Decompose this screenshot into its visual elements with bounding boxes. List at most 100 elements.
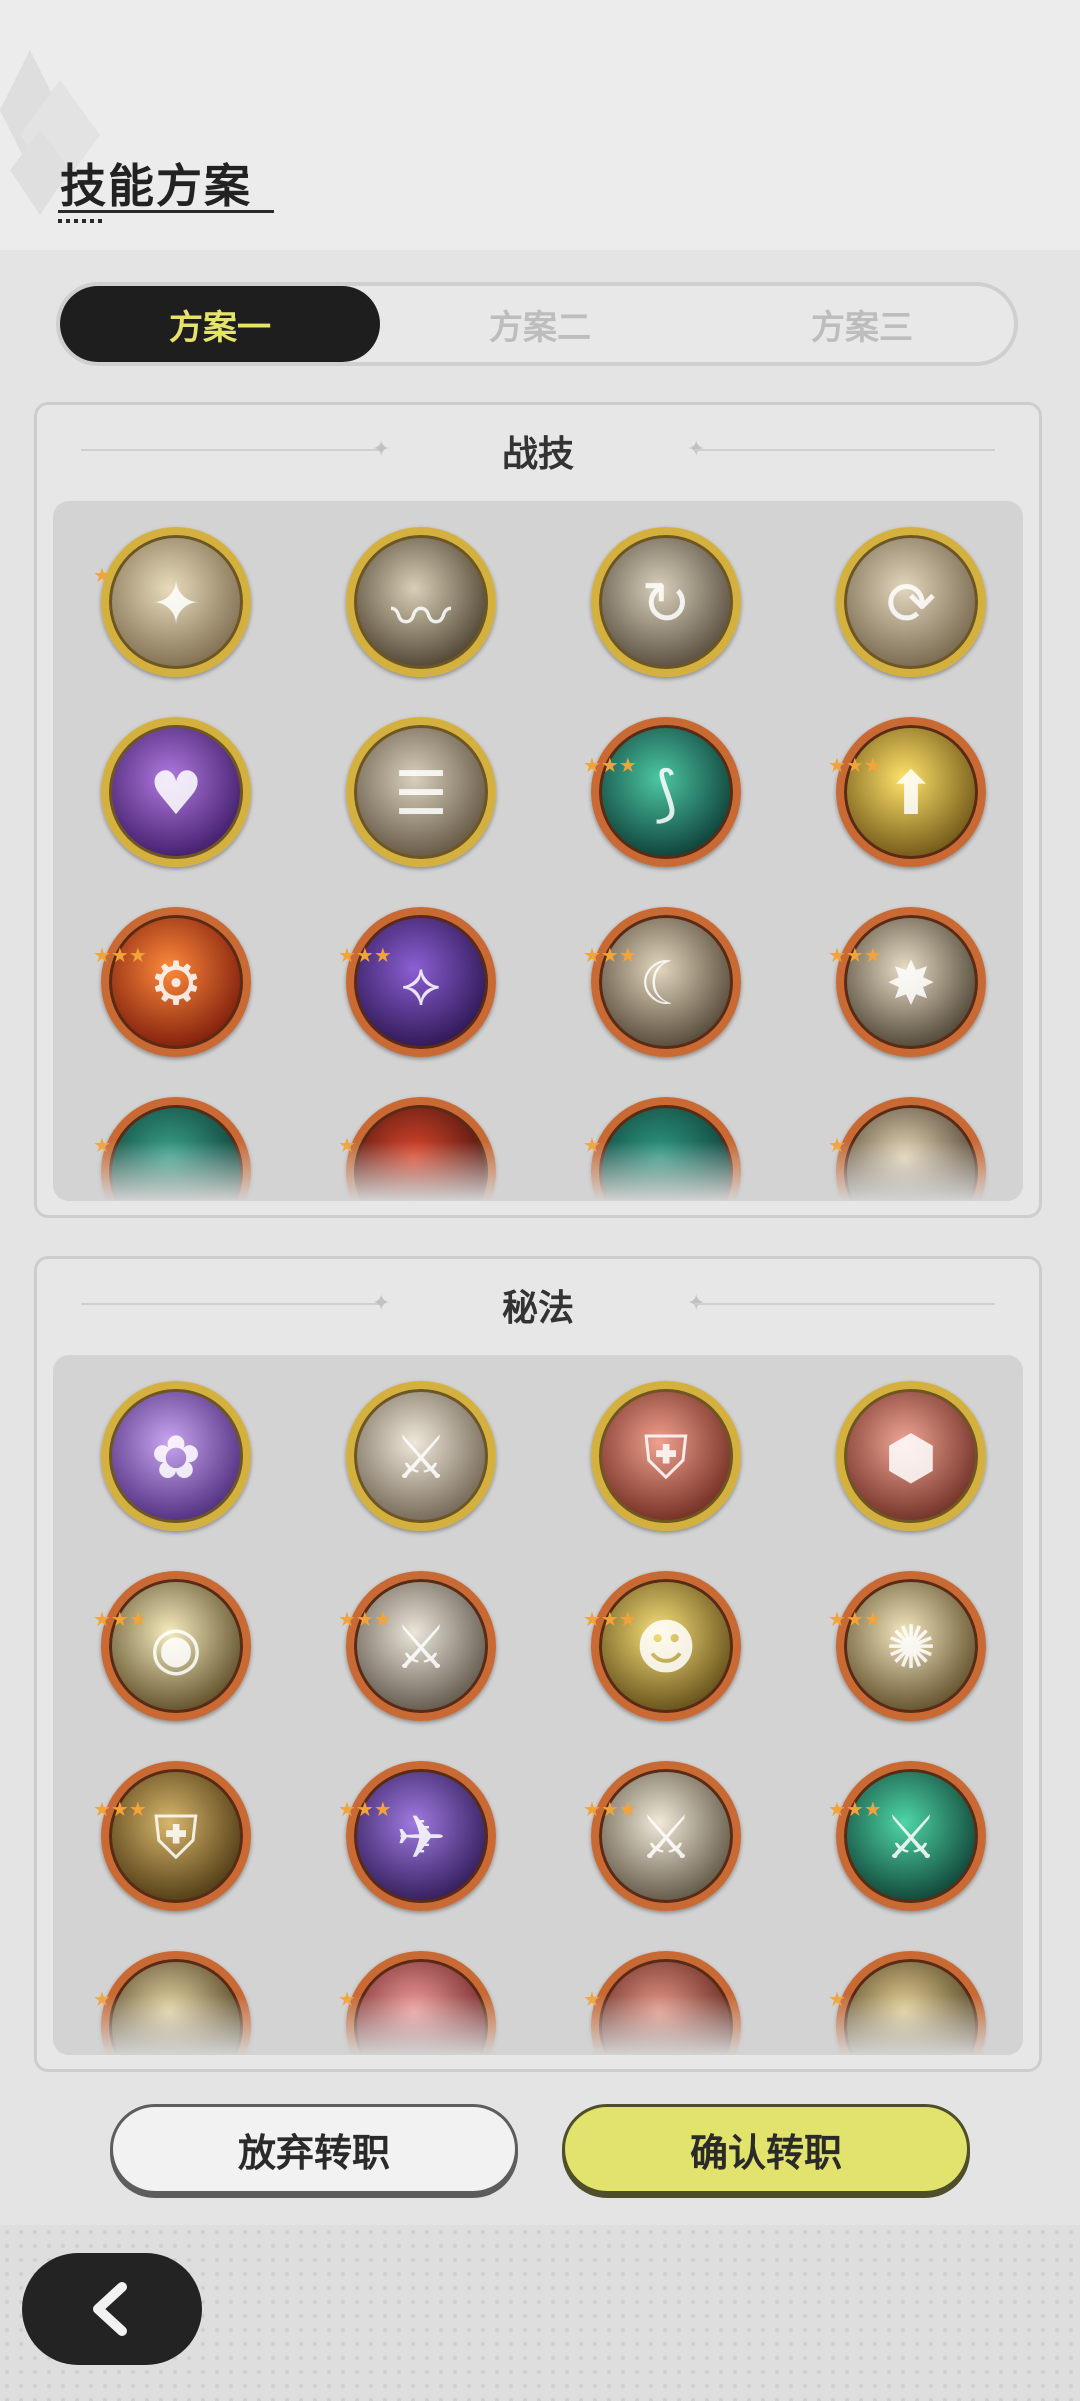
combat-skill-slot[interactable]: ⬆★★★ <box>828 717 986 867</box>
secret-art-icon[interactable]: ⚔ <box>346 1381 496 1531</box>
abandon-job-change-button[interactable]: 放弃转职 <box>110 2104 518 2194</box>
star-rank-icon: ★★★ <box>828 945 882 965</box>
combat-skill-slot[interactable]: ⟡★★★ <box>338 907 496 1057</box>
secret-art-slot[interactable]: ⛨ <box>591 1381 741 1531</box>
secret-art-icon[interactable]: ⛨ <box>101 1761 251 1911</box>
skill-glyph-icon: ⚔ <box>394 1423 448 1493</box>
secret-art-slot[interactable]: ★ <box>93 1951 251 2055</box>
combat-skill-slot[interactable]: ☾★★★ <box>583 907 741 1057</box>
combat-skill-slot[interactable]: ★ <box>828 1097 986 1201</box>
secret-art-icon[interactable]: ⚔ <box>591 1761 741 1911</box>
combat-skill-slot[interactable]: ↻ <box>591 527 741 677</box>
star-rank-icon: ★★★ <box>828 1799 882 1819</box>
combat-skill-icon[interactable]: ☰ <box>346 717 496 867</box>
combat-skill-slot[interactable]: ✸★★★ <box>828 907 986 1057</box>
divider-line <box>695 1303 995 1305</box>
star-rank-icon: ★★★ <box>583 1609 637 1629</box>
star-rank-icon: ★ <box>583 1133 601 1157</box>
title-underline <box>58 210 274 213</box>
tab-scheme-2[interactable]: 方案二 <box>380 286 700 362</box>
combat-skill-slot[interactable]: ★ <box>93 1097 251 1201</box>
secret-art-slot[interactable]: ★ <box>828 1951 986 2055</box>
combat-skill-icon[interactable]: ✦ <box>101 527 251 677</box>
secret-art-icon[interactable] <box>346 1951 496 2055</box>
secret-art-slot[interactable]: ⬢ <box>836 1381 986 1531</box>
skill-glyph-icon: ↻ <box>640 569 692 639</box>
secret-art-icon[interactable]: ⚔ <box>836 1761 986 1911</box>
skill-glyph-icon: ⬢ <box>884 1423 938 1493</box>
star-rank-icon: ★★★ <box>583 1799 637 1819</box>
secret-art-slot[interactable]: ✿ <box>101 1381 251 1531</box>
skill-glyph-icon: 〰 <box>391 583 451 653</box>
combat-skill-icon[interactable]: ⚙ <box>101 907 251 1057</box>
combat-skill-icon[interactable] <box>101 1097 251 1201</box>
combat-skill-icon[interactable]: ⟡ <box>346 907 496 1057</box>
combat-skill-icon[interactable] <box>346 1097 496 1201</box>
combat-skill-slot[interactable]: ⟳ <box>836 527 986 677</box>
star-rank-icon: ★ <box>338 1987 356 2011</box>
combat-skills-grid[interactable]: ✦★〰↻⟳♥☰⟆★★★⬆★★★⚙★★★⟡★★★☾★★★✸★★★★★★★ <box>53 501 1023 1201</box>
secret-art-slot[interactable]: ⚔★★★ <box>828 1761 986 1911</box>
tab-scheme-3[interactable]: 方案三 <box>702 286 1022 362</box>
combat-skill-slot[interactable]: ✦ ★ <box>93 527 251 677</box>
skill-glyph-icon: ✦ <box>150 569 202 639</box>
star-rank-icon: ★ <box>338 1133 356 1157</box>
secret-art-slot[interactable]: ★ <box>583 1951 741 2055</box>
secret-art-slot[interactable]: ⚔ <box>346 1381 496 1531</box>
star-rank-icon: ★★★ <box>338 945 392 965</box>
star-rank-icon: ★★★ <box>828 1609 882 1629</box>
star-rank-icon: ★★★ <box>338 1799 392 1819</box>
combat-skill-icon[interactable]: ↻ <box>591 527 741 677</box>
secret-art-slot[interactable]: ★ <box>338 1951 496 2055</box>
secret-art-slot[interactable]: ⚔★★★ <box>338 1571 496 1721</box>
secret-art-icon[interactable] <box>591 1951 741 2055</box>
scheme-tabs: 方案一 方案二 方案三 <box>56 282 1018 366</box>
combat-skill-icon[interactable] <box>836 1097 986 1201</box>
secret-art-slot[interactable]: ☻★★★ <box>583 1571 741 1721</box>
secret-art-icon[interactable]: ✈ <box>346 1761 496 1911</box>
secret-art-icon[interactable]: ⬢ <box>836 1381 986 1531</box>
tab-scheme-1[interactable]: 方案一 <box>60 286 380 362</box>
combat-skill-slot[interactable]: ★ <box>583 1097 741 1201</box>
confirm-job-change-button[interactable]: 确认转职 <box>562 2104 970 2194</box>
combat-skill-slot[interactable]: 〰 <box>346 527 496 677</box>
combat-skill-icon[interactable]: ♥ <box>101 717 251 867</box>
combat-skills-panel: ✦ 战技 ✦ ✦★〰↻⟳♥☰⟆★★★⬆★★★⚙★★★⟡★★★☾★★★✸★★★★★… <box>34 402 1042 1218</box>
secret-art-slot[interactable]: ⛨★★★ <box>93 1761 251 1911</box>
combat-skill-slot[interactable]: ♥ <box>101 717 251 867</box>
combat-skill-icon[interactable]: ☾ <box>591 907 741 1057</box>
panel-header: ✦ 秘法 ✦ <box>37 1259 1039 1349</box>
secret-art-icon[interactable]: ⚔ <box>346 1571 496 1721</box>
secret-art-icon[interactable] <box>101 1951 251 2055</box>
combat-skill-slot[interactable]: ⚙★★★ <box>93 907 251 1057</box>
secret-art-slot[interactable]: ✺★★★ <box>828 1571 986 1721</box>
secret-art-slot[interactable]: ✈★★★ <box>338 1761 496 1911</box>
combat-skill-icon[interactable]: 〰 <box>346 527 496 677</box>
title-dots <box>58 219 106 223</box>
combat-skill-slot[interactable]: ☰ <box>346 717 496 867</box>
secret-arts-grid[interactable]: ✿⚔⛨⬢◉★★★⚔★★★☻★★★✺★★★⛨★★★✈★★★⚔★★★⚔★★★★★★★ <box>53 1355 1023 2055</box>
back-button[interactable] <box>22 2253 202 2365</box>
star-rank-icon: ★ <box>583 1987 601 2011</box>
secret-art-slot[interactable]: ⚔★★★ <box>583 1761 741 1911</box>
secret-art-icon[interactable]: ◉ <box>101 1571 251 1721</box>
secret-art-icon[interactable]: ✿ <box>101 1381 251 1531</box>
star-rank-icon: ★★★ <box>93 945 147 965</box>
combat-skill-slot[interactable]: ★ <box>338 1097 496 1201</box>
secret-art-icon[interactable]: ✺ <box>836 1571 986 1721</box>
skill-glyph-icon: ⛨ <box>643 1423 689 1493</box>
star-rank-icon: ★★★ <box>93 1609 147 1629</box>
secret-art-icon[interactable]: ☻ <box>591 1571 741 1721</box>
combat-skill-icon[interactable]: ⬆ <box>836 717 986 867</box>
combat-skill-icon[interactable]: ⟆ <box>591 717 741 867</box>
combat-skill-icon[interactable]: ✸ <box>836 907 986 1057</box>
divider-line <box>695 449 995 451</box>
secret-art-icon[interactable] <box>836 1951 986 2055</box>
secret-art-slot[interactable]: ◉★★★ <box>93 1571 251 1721</box>
combat-skill-icon[interactable]: ⟳ <box>836 527 986 677</box>
star-rank-icon: ★ <box>828 1133 846 1157</box>
combat-skill-slot[interactable]: ⟆★★★ <box>583 717 741 867</box>
secret-art-icon[interactable]: ⛨ <box>591 1381 741 1531</box>
star-rank-icon: ★ <box>93 1987 111 2011</box>
combat-skill-icon[interactable] <box>591 1097 741 1201</box>
